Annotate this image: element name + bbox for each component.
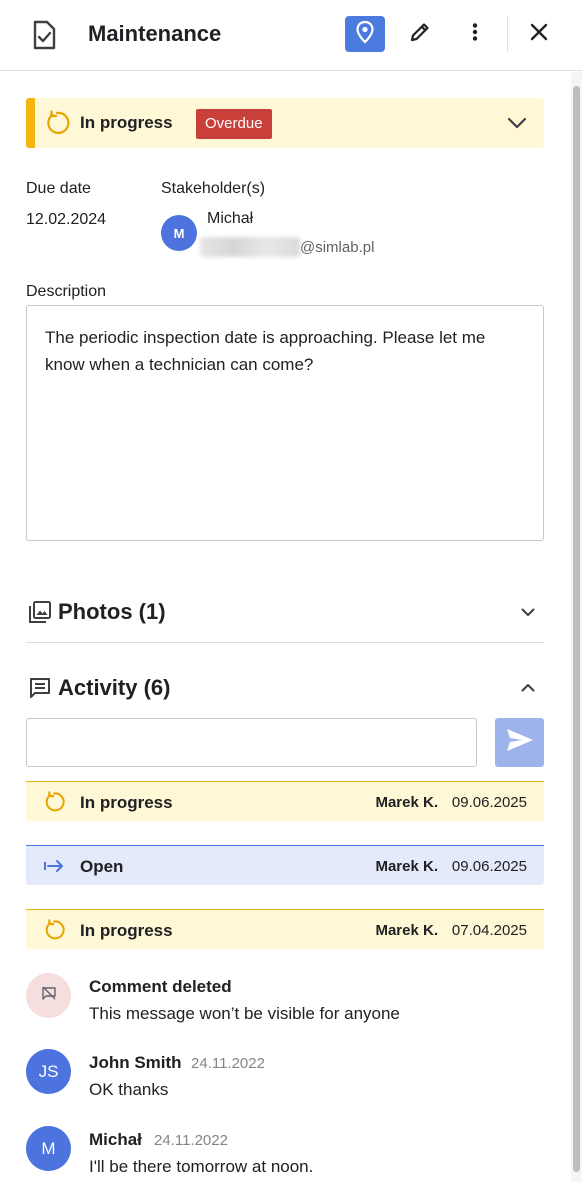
comment-text: This message won’t be visible for anyone bbox=[89, 1004, 400, 1023]
event-status: Open bbox=[80, 857, 124, 876]
location-button[interactable] bbox=[345, 16, 385, 52]
comment-date: 24.11.2022 bbox=[191, 1055, 265, 1072]
location-pin-icon bbox=[355, 20, 375, 49]
more-vertical-icon bbox=[463, 20, 487, 49]
panel-header: Maintenance bbox=[0, 0, 582, 71]
due-date-label: Due date bbox=[26, 180, 91, 197]
overdue-badge: Overdue bbox=[196, 109, 272, 139]
chevron-up-icon[interactable] bbox=[518, 678, 538, 698]
chevron-down-icon[interactable] bbox=[505, 111, 529, 135]
activity-event: In progress Marek K. 07.04.2025 bbox=[26, 909, 544, 949]
stakeholder-email-domain: @simlab.pl bbox=[300, 239, 375, 256]
stakeholder-avatar: M bbox=[161, 215, 197, 251]
close-button[interactable] bbox=[521, 16, 557, 52]
avatar: JS bbox=[26, 1049, 71, 1094]
in-progress-icon bbox=[43, 919, 65, 941]
comment-author: John Smith bbox=[89, 1053, 182, 1072]
chevron-down-icon[interactable] bbox=[518, 602, 538, 622]
comment-date: 24.11.2022 bbox=[154, 1132, 228, 1149]
event-author: Marek K. bbox=[375, 858, 438, 875]
photos-section-title[interactable]: Photos (1) bbox=[58, 599, 166, 625]
activity-event: Open Marek K. 09.06.2025 bbox=[26, 845, 544, 885]
event-date: 07.04.2025 bbox=[451, 922, 527, 939]
status-label: In progress bbox=[80, 113, 173, 132]
in-progress-icon bbox=[44, 110, 70, 136]
event-date: 09.06.2025 bbox=[451, 858, 527, 875]
event-status: In progress bbox=[80, 921, 173, 940]
pencil-icon bbox=[408, 20, 432, 49]
arrow-right-to-icon bbox=[43, 855, 65, 877]
status-banner[interactable]: In progress Overdue bbox=[26, 98, 544, 148]
deleted-comment-avatar bbox=[26, 973, 71, 1018]
activity-event: In progress Marek K. 09.06.2025 bbox=[26, 781, 544, 821]
event-status: In progress bbox=[80, 793, 173, 812]
stakeholders-label: Stakeholder(s) bbox=[161, 180, 266, 197]
comment-off-icon bbox=[41, 985, 57, 1006]
activity-section-title[interactable]: Activity (6) bbox=[58, 675, 170, 701]
description-label: Description bbox=[26, 283, 107, 300]
comment-author: Comment deleted bbox=[89, 977, 232, 996]
header-divider bbox=[507, 16, 508, 52]
comment-text: I'll be there tomorrow at noon. bbox=[89, 1157, 314, 1176]
section-divider bbox=[26, 642, 544, 643]
event-author: Marek K. bbox=[375, 922, 438, 939]
scrollbar-thumb[interactable] bbox=[573, 86, 580, 1172]
send-button[interactable] bbox=[495, 718, 544, 767]
comment-input[interactable] bbox=[26, 718, 477, 767]
avatar: M bbox=[26, 1126, 71, 1171]
description-field[interactable]: The periodic inspection date is approach… bbox=[26, 305, 544, 541]
page-title: Maintenance bbox=[88, 21, 222, 46]
more-options-button[interactable] bbox=[457, 16, 493, 52]
redacted-email bbox=[200, 237, 300, 257]
task-document-icon bbox=[28, 19, 60, 51]
edit-button[interactable] bbox=[402, 16, 438, 52]
in-progress-icon bbox=[43, 791, 65, 813]
event-author: Marek K. bbox=[375, 794, 438, 811]
event-date: 09.06.2025 bbox=[451, 794, 527, 811]
comment-author: Michał bbox=[89, 1130, 142, 1149]
comment-icon bbox=[28, 676, 52, 700]
due-date-value: 12.02.2024 bbox=[26, 211, 107, 228]
stakeholder-name: Michał bbox=[207, 210, 254, 227]
close-icon bbox=[528, 21, 550, 48]
send-icon bbox=[505, 727, 535, 758]
comment-text: OK thanks bbox=[89, 1080, 169, 1099]
photo-library-icon bbox=[28, 600, 52, 624]
